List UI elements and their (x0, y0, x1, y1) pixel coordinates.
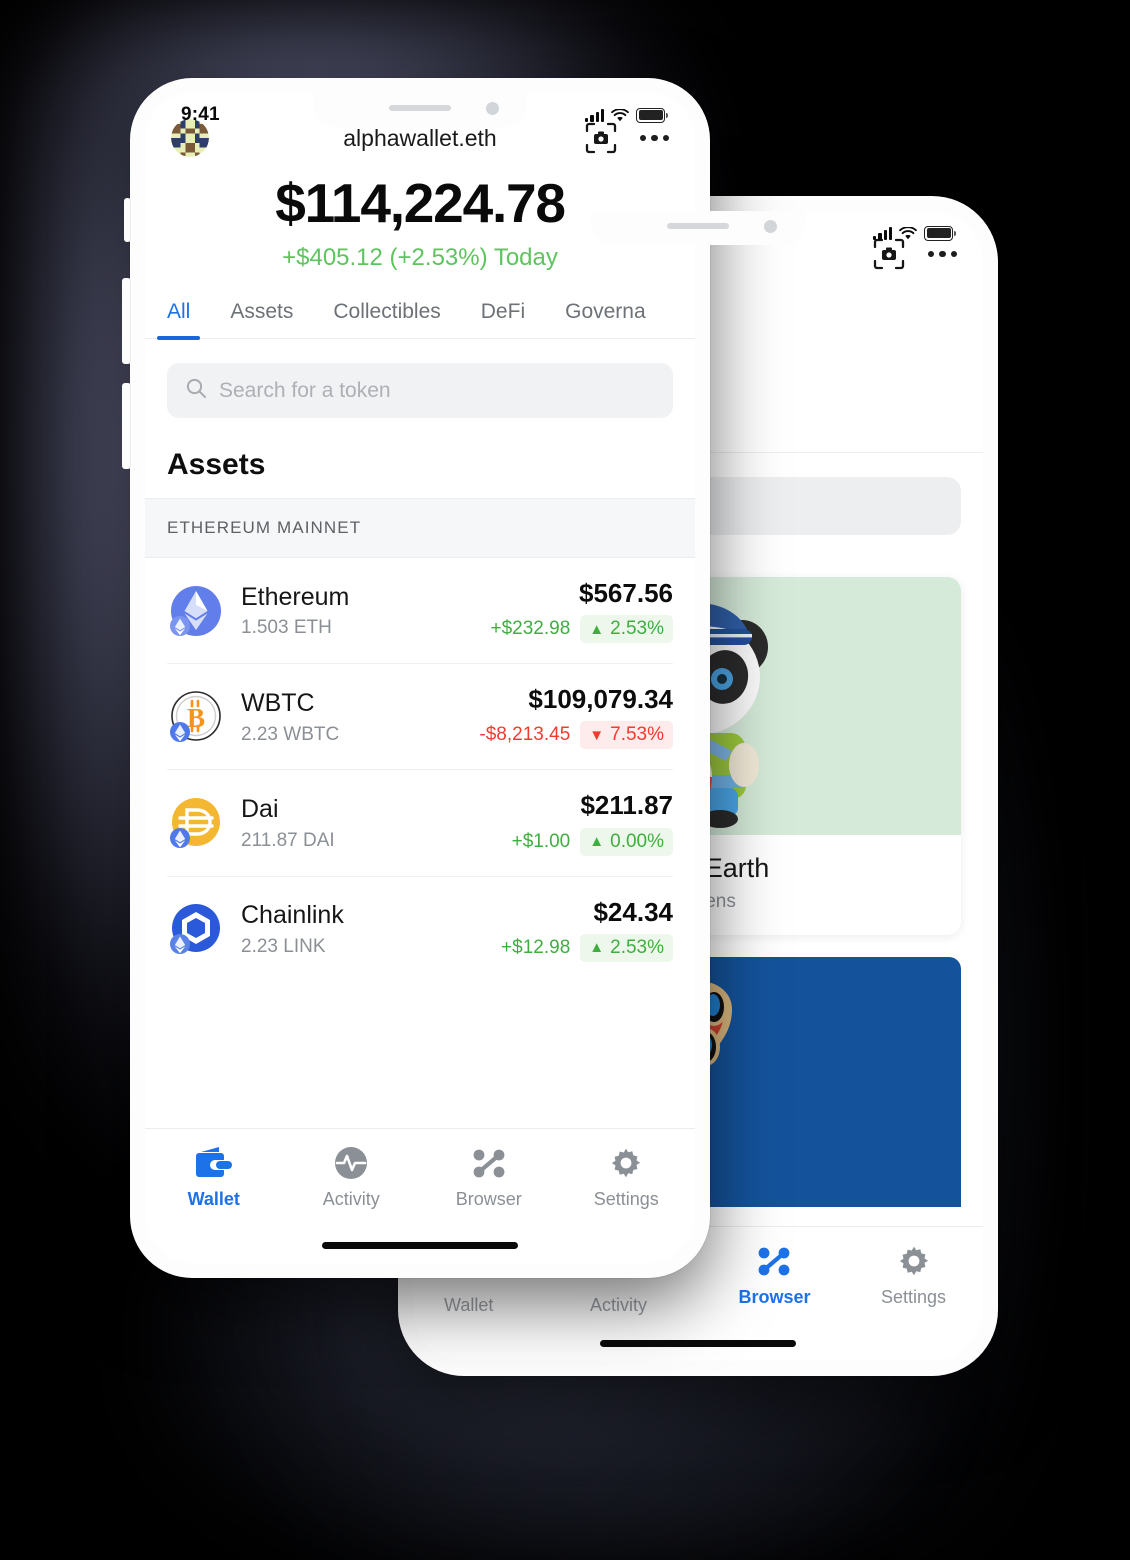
tab-all[interactable]: All (156, 300, 201, 340)
volume-up-button[interactable] (122, 278, 131, 364)
front-notch (313, 93, 527, 127)
search-area: Search for a token (145, 339, 695, 418)
front-home-indicator (322, 1242, 518, 1249)
gear-icon (558, 1145, 696, 1181)
battery-icon (636, 107, 668, 123)
token-change-absolute: -$8,213.45 (479, 724, 571, 746)
status-badge: ▲ 2.53% (580, 933, 673, 962)
token-amount: 2.23 LINK (241, 935, 326, 957)
token-change-percent: 0.00% (610, 830, 664, 852)
browser-nodes-icon (705, 1243, 844, 1279)
token-value: $567.56 (579, 578, 673, 608)
wallet-icon (145, 1145, 283, 1181)
earpiece-speaker (667, 223, 729, 229)
front-camera (486, 102, 499, 115)
tab-assets[interactable]: Assets (230, 300, 293, 338)
occluded-wallet-label: Wallet (444, 1295, 494, 1315)
tabbar-settings[interactable]: Settings (558, 1145, 696, 1210)
back-tabbar-browser-label: Browser (738, 1287, 811, 1307)
section-title-assets: Assets (167, 448, 266, 481)
front-phone-screen: 9:41 alphawallet.eth $114,224.78 +$405.1… (145, 93, 695, 1263)
browser-nodes-icon (420, 1145, 558, 1181)
mute-switch[interactable] (124, 198, 131, 242)
tabbar-browser[interactable]: Browser (420, 1145, 558, 1210)
tab-governance[interactable]: Governa (565, 300, 646, 338)
status-badge: ▲ 0.00% (580, 827, 673, 856)
gear-icon (844, 1243, 983, 1279)
canvas: et.eth 24.78 3%) Today bles (0, 0, 1130, 1560)
tabbar-settings-label: Settings (593, 1189, 659, 1209)
search-input[interactable]: Search for a token (167, 363, 673, 418)
wifi-icon (899, 225, 917, 240)
token-change-percent: 2.53% (610, 618, 664, 640)
token-change: +$12.98 ▲ 2.53% (501, 933, 673, 962)
token-change-absolute: +$1.00 (511, 830, 571, 852)
token-change: -$8,213.45 ▼ 7.53% (479, 721, 673, 750)
status-time: 9:41 (181, 104, 220, 125)
token-amount: 211.87 DAI (241, 829, 335, 851)
token-list: Ethereum 1.503 ETH $567.56 +$232.98 ▲ 2.… (145, 558, 695, 982)
activity-pulse-icon (283, 1145, 421, 1181)
battery-icon (924, 225, 956, 241)
back-tabbar-settings-label: Settings (880, 1287, 947, 1307)
wbtc-token-icon: B (167, 688, 225, 746)
volume-down-button[interactable] (122, 383, 131, 469)
token-change: +$232.98 ▲ 2.53% (490, 615, 673, 644)
wifi-icon (611, 107, 629, 122)
table-row[interactable]: Dai 211.87 DAI $211.87 +$1.00 ▲ 0.00% (167, 770, 673, 877)
tabbar-wallet[interactable]: Wallet (145, 1145, 283, 1210)
chainlink-token-icon (167, 900, 225, 958)
cellular-bars-icon (585, 108, 604, 122)
tab-defi[interactable]: DeFi (481, 300, 525, 338)
token-change: +$1.00 ▲ 0.00% (511, 827, 673, 856)
token-change-absolute: +$232.98 (490, 618, 571, 640)
arrow-up-icon: ▲ (589, 620, 605, 638)
dai-token-icon (167, 794, 225, 852)
tabbar-activity[interactable]: Activity (283, 1145, 421, 1210)
table-row[interactable]: B WBTC 2.23 WBTC $109,079.34 -$8,213.45 … (167, 664, 673, 771)
arrow-up-icon: ▲ (589, 833, 605, 851)
status-badge: ▲ 2.53% (580, 615, 673, 644)
back-home-indicator (600, 1340, 796, 1347)
token-name: Dai (241, 795, 279, 824)
back-tabbar-browser[interactable]: Browser (705, 1243, 844, 1308)
ethereum-token-icon (167, 582, 225, 640)
svg-text:B: B (187, 703, 205, 733)
arrow-down-icon: ▼ (589, 726, 605, 744)
arrow-up-icon: ▲ (589, 939, 605, 957)
token-change-percent: 7.53% (610, 724, 664, 746)
network-header: ETHEREUM MAINNET (145, 498, 695, 558)
token-name: Chainlink (241, 901, 344, 930)
back-tabbar-settings[interactable]: Settings (844, 1243, 983, 1308)
table-row[interactable]: Chainlink 2.23 LINK $24.34 +$12.98 ▲ 2.5… (167, 877, 673, 982)
search-icon (185, 377, 207, 404)
tabbar-activity-label: Activity (322, 1189, 380, 1209)
search-placeholder: Search for a token (219, 378, 391, 402)
token-change-percent: 2.53% (610, 936, 664, 958)
occluded-activity-label: Activity (590, 1295, 648, 1315)
token-value: $211.87 (580, 790, 673, 821)
front-phone: 9:41 alphawallet.eth $114,224.78 +$405.1… (122, 78, 710, 1278)
earpiece-speaker (389, 105, 451, 111)
table-row[interactable]: Ethereum 1.503 ETH $567.56 +$232.98 ▲ 2.… (167, 558, 673, 665)
token-amount: 2.23 WBTC (241, 723, 340, 745)
token-change-absolute: +$12.98 (501, 936, 571, 958)
back-notch (591, 211, 805, 245)
token-name: Ethereum (241, 582, 350, 611)
front-camera (764, 220, 777, 233)
token-amount: 1.503 ETH (241, 617, 332, 639)
tab-collectibles[interactable]: Collectibles (333, 300, 440, 338)
tab-strip[interactable]: All Assets Collectibles DeFi Governa (145, 300, 695, 340)
token-value: $109,079.34 (528, 684, 673, 715)
token-value: $24.34 (593, 896, 673, 927)
token-name: WBTC (241, 689, 315, 718)
tabbar-browser-label: Browser (455, 1189, 522, 1209)
cellular-bars-icon (873, 226, 892, 240)
tabbar-wallet-label: Wallet (187, 1189, 240, 1209)
status-badge: ▼ 7.53% (580, 721, 673, 750)
